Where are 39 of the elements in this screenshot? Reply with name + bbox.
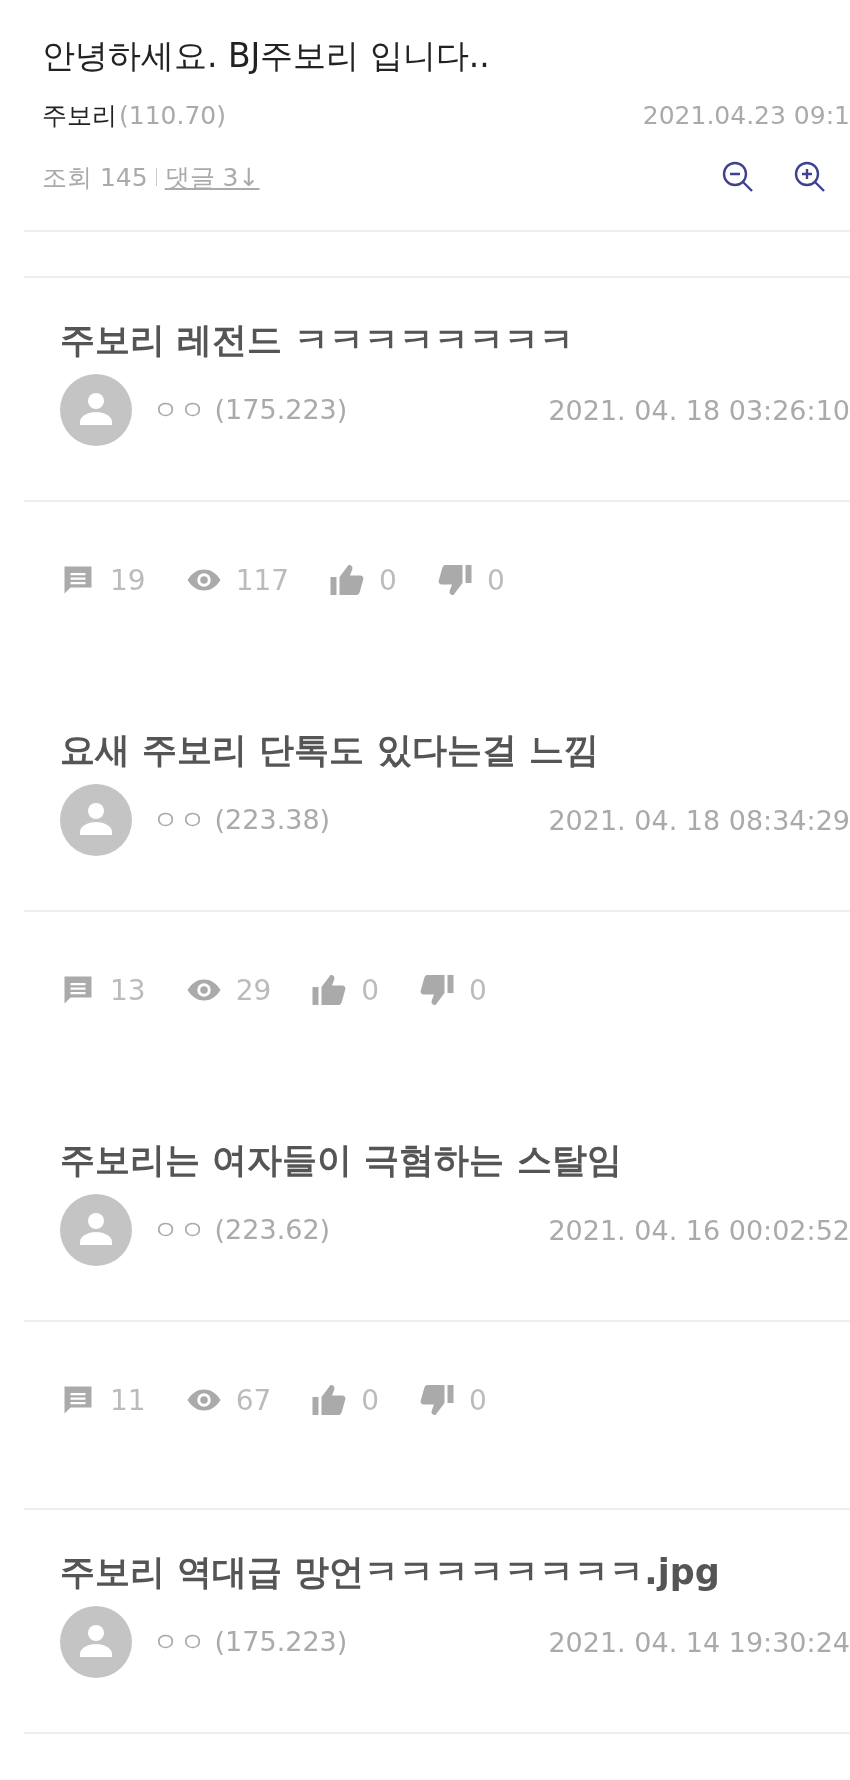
author-name: ㅇㅇ (223.38) xyxy=(152,803,332,837)
view-count: 조회 145 xyxy=(42,161,148,194)
post-date: 2021. 04. 18 08:34:29 xyxy=(548,804,850,836)
author-name: ㅇㅇ (223.62) xyxy=(152,1213,332,1247)
avatar-icon xyxy=(60,1606,132,1678)
avatar-icon xyxy=(60,1194,132,1266)
author-ip: (110.70) xyxy=(119,100,226,130)
comment-count: 19 xyxy=(110,563,146,597)
thumbs-up-icon xyxy=(329,562,366,598)
post-date: 2021. 04. 18 03:26:10 xyxy=(548,394,850,426)
avatar-icon xyxy=(60,784,132,856)
post-date: 2021. 04. 16 00:02:52 xyxy=(548,1214,850,1246)
post-title[interactable]: 주보리 레전드 ㅋㅋㅋㅋㅋㅋㅋㅋ xyxy=(60,310,850,370)
view-count: 117 xyxy=(235,563,290,597)
thumbs-down-icon xyxy=(419,972,456,1008)
like-count: 0 xyxy=(361,1383,380,1417)
author-name: 주보리 xyxy=(42,99,117,132)
post-date: 2021. 04. 14 19:30:24 xyxy=(548,1626,850,1658)
view-count: 29 xyxy=(235,973,272,1007)
comment-count: 11 xyxy=(110,1383,146,1417)
post-title: 안녕하세요. BJ주보리 입니다.. xyxy=(42,35,491,77)
post-title[interactable]: 주보리 역대급 망언ㅋㅋㅋㅋㅋㅋㅋㅋ.jpg xyxy=(60,1542,850,1602)
dislike-count: 0 xyxy=(486,563,505,597)
thumbs-down-icon xyxy=(436,562,473,598)
thumbs-up-icon xyxy=(311,1382,348,1418)
like-count: 0 xyxy=(361,973,380,1007)
dislike-count: 0 xyxy=(469,973,487,1007)
comment-count: 13 xyxy=(110,973,146,1007)
dislike-count: 0 xyxy=(469,1383,487,1417)
view-count: 67 xyxy=(235,1383,272,1417)
avatar-icon xyxy=(60,374,132,446)
author-name: ㅇㅇ (175.223) xyxy=(152,1625,349,1659)
like-count: 0 xyxy=(379,563,397,597)
post-title[interactable]: 주보리는 여자들이 극혐하는 스탈임 xyxy=(60,1130,850,1190)
post-date: 2021.04.23 09:1 xyxy=(642,100,850,130)
post-title[interactable]: 요새 주보리 단톡도 있다는걸 느낌 xyxy=(60,720,850,780)
author-name: ㅇㅇ (175.223) xyxy=(152,393,349,427)
thumbs-up-icon xyxy=(311,972,348,1008)
thumbs-down-icon xyxy=(419,1382,456,1418)
